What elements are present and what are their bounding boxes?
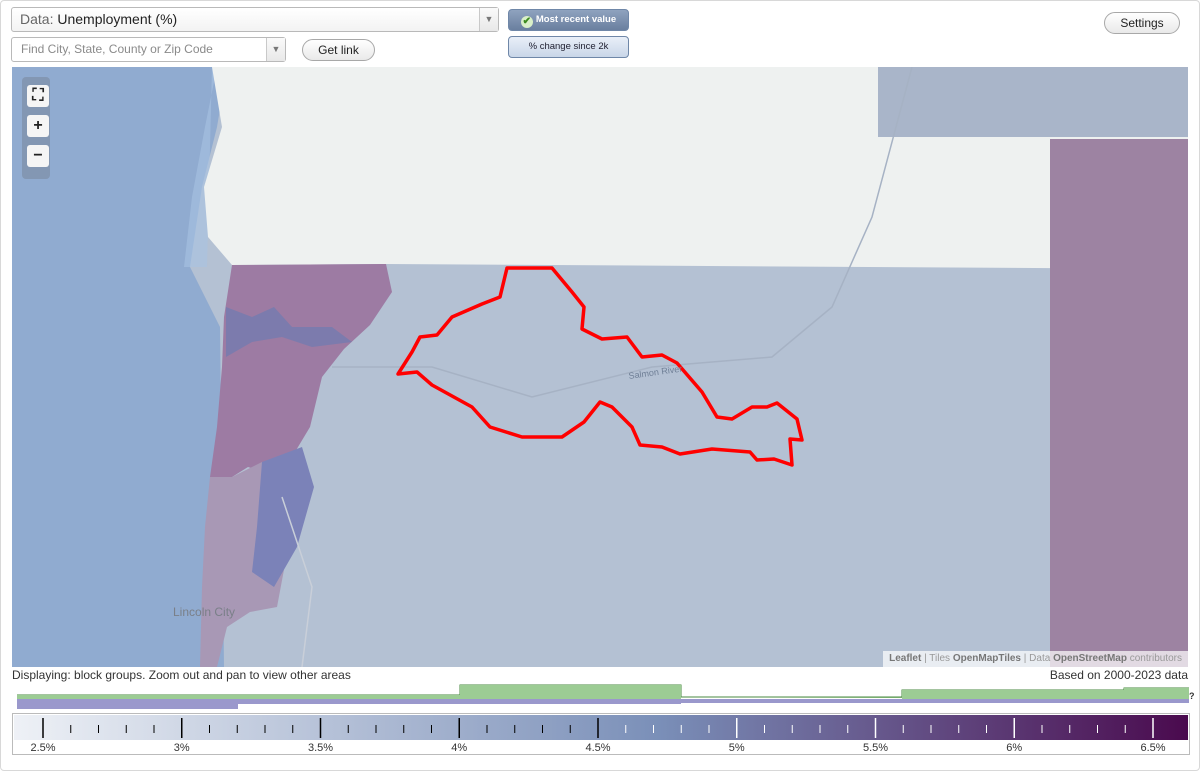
pct-change-toggle[interactable]: % change since 2k	[508, 36, 629, 58]
histogram-purple	[681, 699, 1189, 703]
map-canvas: Salmon River	[12, 67, 1188, 667]
legend-tick-label: 3%	[174, 742, 190, 754]
city-label: Lincoln City	[173, 605, 236, 619]
legend-scale: 2.5% 3% 3.5% 4% 4.5% 5% 5.5% 6% 6.5%	[12, 713, 1190, 755]
zoom-in-button[interactable]: +	[27, 115, 49, 137]
region-northeast	[878, 67, 1188, 137]
histogram-bar	[460, 685, 681, 699]
legend-tick-label: 3.5%	[308, 742, 333, 754]
legend-tick-label: 5.5%	[863, 742, 888, 754]
data-select-label: Data:	[20, 11, 54, 27]
attribution-contributors: contributors	[1126, 653, 1182, 664]
leaflet-link[interactable]: Leaflet	[889, 653, 921, 664]
attribution-sep: | Tiles	[921, 653, 953, 664]
histogram-purple	[17, 699, 681, 704]
legend-gradient	[14, 715, 1188, 740]
displaying-note: Displaying: block groups. Zoom out and p…	[12, 668, 351, 682]
histogram-bar	[17, 695, 460, 699]
histogram-bar	[902, 690, 1124, 699]
legend-tick-label: 5%	[729, 742, 745, 754]
zoom-control: ⛶ + −	[22, 77, 50, 179]
legend-tick-label: 4%	[451, 742, 467, 754]
most-recent-label: Most recent value	[535, 14, 617, 25]
map-attribution: Leaflet | Tiles OpenMapTiles | Data Open…	[883, 651, 1188, 667]
legend-tick-label: 2.5%	[30, 742, 55, 754]
data-select-value: Unemployment (%)	[57, 11, 178, 27]
search-input[interactable]	[12, 41, 263, 57]
zoom-out-button[interactable]: −	[27, 145, 49, 167]
settings-button[interactable]: Settings	[1104, 12, 1180, 34]
checkmark-icon: ✔	[520, 16, 533, 28]
legend-tick-label: 6%	[1006, 742, 1022, 754]
osm-link[interactable]: OpenStreetMap	[1053, 653, 1127, 664]
histogram-bar	[1124, 688, 1189, 699]
most-recent-toggle[interactable]: ✔ Most recent value	[508, 9, 629, 31]
chevron-down-icon[interactable]: ▼	[479, 8, 498, 31]
region-east	[1050, 139, 1188, 667]
legend-tick-label: 6.5%	[1140, 742, 1165, 754]
histogram-purple	[17, 704, 238, 709]
attribution-sep: | Data	[1021, 653, 1054, 664]
legend-histogram	[17, 684, 1189, 709]
search-dropdown-icon[interactable]: ▼	[266, 38, 285, 61]
search-field[interactable]: ▼	[11, 37, 286, 62]
data-select[interactable]: Data: Unemployment (%) ▼	[11, 7, 499, 32]
tiles-link[interactable]: OpenMapTiles	[953, 653, 1021, 664]
legend-tick-label: 4.5%	[585, 742, 610, 754]
legend-svg: 2.5% 3% 3.5% 4% 4.5% 5% 5.5% 6% 6.5%	[14, 715, 1188, 754]
based-on-note: Based on 2000-2023 data	[1049, 668, 1188, 682]
fullscreen-icon[interactable]: ⛶	[27, 85, 49, 107]
get-link-button[interactable]: Get link	[302, 39, 375, 61]
map-view[interactable]: Salmon River ⛶ + − Lincoln City Leaflet …	[12, 67, 1188, 667]
legend-help-icon[interactable]: ?	[1189, 691, 1195, 701]
